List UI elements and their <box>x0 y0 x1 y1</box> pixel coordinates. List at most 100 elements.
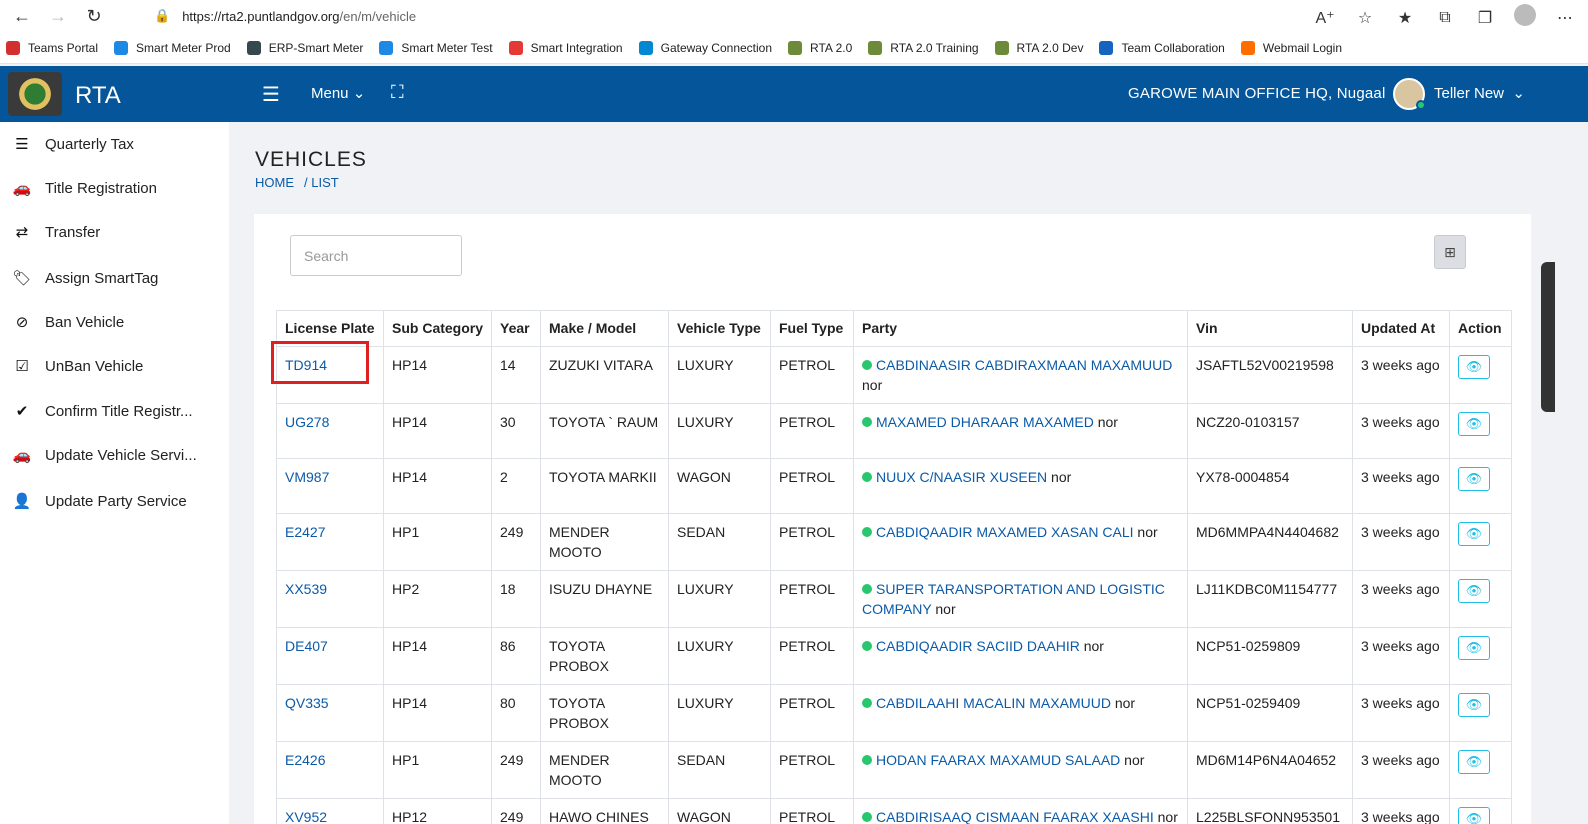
check-square-icon: ☑ <box>15 358 29 375</box>
table-cell: 3 weeks ago <box>1352 513 1450 571</box>
bookmark-item[interactable]: RTA 2.0 Training <box>868 40 979 55</box>
license-plate-link[interactable]: DE407 <box>285 638 328 654</box>
sidebar-item[interactable]: ☰ Quarterly Tax <box>0 122 229 166</box>
make-model-cell: HAWO CHINES <box>549 809 649 824</box>
forward-icon[interactable]: → <box>44 2 72 30</box>
bookmark-item[interactable]: RTA 2.0 <box>788 40 852 55</box>
bookmark-item[interactable]: Gateway Connection <box>638 40 772 55</box>
side-panel-tab[interactable] <box>1541 262 1555 412</box>
column-header[interactable]: Updated At <box>1352 310 1450 347</box>
table-cell: 👁 <box>1449 513 1512 571</box>
bookmark-item[interactable]: Smart Meter Test <box>379 40 493 55</box>
bookmark-label: Webmail Login <box>1262 40 1343 55</box>
bookmark-item[interactable]: Webmail Login <box>1240 40 1343 55</box>
add-favorite-icon[interactable]: ☆ <box>1354 8 1376 28</box>
license-plate-link[interactable]: TD914 <box>285 357 327 373</box>
party-link[interactable]: CABDIQAADIR SACIID DAAHIR <box>876 638 1080 654</box>
column-header[interactable]: Vin <box>1187 310 1353 347</box>
menu-button[interactable]: Menu ⌄ <box>311 84 365 102</box>
license-plate-link[interactable]: QV335 <box>285 695 329 711</box>
view-button[interactable]: 👁 <box>1458 636 1490 660</box>
bookmark-item[interactable]: Teams Portal <box>6 40 98 55</box>
extensions-icon[interactable]: ❐ <box>1474 8 1496 28</box>
column-header[interactable]: Party <box>853 310 1188 347</box>
sidebar-item[interactable]: ☑ UnBan Vehicle <box>0 344 229 388</box>
fuel-type-cell: PETROL <box>779 469 836 485</box>
url-host: https://rta2.puntlandgov.org <box>182 8 340 24</box>
column-header[interactable]: Year <box>491 310 541 347</box>
bookmark-item[interactable]: ERP-Smart Meter <box>246 40 363 55</box>
bookmark-item[interactable]: Team Collaboration <box>1099 40 1225 55</box>
search-input[interactable] <box>290 235 462 276</box>
back-icon[interactable]: ← <box>8 2 36 30</box>
user-menu[interactable]: Teller New ⌄ <box>1434 84 1525 102</box>
more-icon[interactable]: ⋯ <box>1554 8 1576 28</box>
fullscreen-icon[interactable]: ⛶ <box>391 82 404 103</box>
sidebar-item[interactable]: 🏷 Assign SmartTag <box>0 256 229 300</box>
view-button[interactable]: 👁 <box>1458 355 1490 379</box>
column-header[interactable]: Vehicle Type <box>668 310 771 347</box>
table-cell: PETROL <box>770 513 854 571</box>
bookmarks-bar: Teams Portal Smart Meter Prod ERP-Smart Me… <box>0 32 1588 64</box>
column-toggle-button[interactable]: ⊞ <box>1434 235 1466 269</box>
table-cell: CABDILAAHI MACALIN MAXAMUUD nor <box>853 684 1188 742</box>
favorites-icon[interactable]: ★ <box>1394 8 1416 28</box>
sidebar-item[interactable]: ✔ Confirm Title Registr... <box>0 389 229 433</box>
sidebar-item[interactable]: ⇄ Transfer <box>0 210 229 254</box>
license-plate-link[interactable]: XV952 <box>285 809 327 824</box>
browser-actions: A⁺ ☆ ★ ⧉ ❐ ⋯ <box>1314 4 1576 31</box>
fuel-type-cell: PETROL <box>779 357 836 373</box>
bookmark-item[interactable]: Smart Integration <box>508 40 623 55</box>
view-button[interactable]: 👁 <box>1458 412 1490 436</box>
sidebar-item[interactable]: 🚗 Title Registration <box>0 166 229 210</box>
column-header[interactable]: License Plate <box>276 310 384 347</box>
column-header[interactable]: Fuel Type <box>770 310 854 347</box>
party-link[interactable]: SUPER TARANSPORTATION AND LOGISTIC COMPA… <box>862 581 1165 617</box>
view-button[interactable]: 👁 <box>1458 807 1490 824</box>
collections-icon[interactable]: ⧉ <box>1434 9 1456 27</box>
license-plate-link[interactable]: XX539 <box>285 581 327 597</box>
address-bar[interactable]: 🔒 https://rta2.puntlandgov.org/en/m/vehi… <box>140 3 1340 29</box>
check-icon: ✔ <box>15 403 29 420</box>
table-cell: MENDER MOOTO <box>540 741 669 799</box>
profile-icon[interactable] <box>1514 4 1536 31</box>
view-button[interactable]: 👁 <box>1458 693 1490 717</box>
party-link[interactable]: MAXAMED DHARAAR MAXAMED <box>876 414 1094 430</box>
refresh-icon[interactable]: ↻ <box>80 2 108 30</box>
hamburger-icon[interactable]: ☰ <box>262 82 280 107</box>
bookmark-item[interactable]: Smart Meter Prod <box>114 40 231 55</box>
view-button[interactable]: 👁 <box>1458 467 1490 491</box>
read-aloud-icon[interactable]: A⁺ <box>1314 8 1336 28</box>
column-header[interactable]: Make / Model <box>540 310 669 347</box>
sidebar-item[interactable]: 👤 Update Party Service <box>0 479 229 523</box>
party-link[interactable]: CABDINAASIR CABDIRAXMAAN MAXAMUUD <box>876 357 1172 373</box>
column-header[interactable]: Action <box>1449 310 1512 347</box>
party-link[interactable]: HODAN FAARAX MAXAMUD SALAAD <box>876 752 1120 768</box>
table-cell: HAWO CHINES <box>540 798 669 824</box>
license-plate-link[interactable]: E2427 <box>285 524 325 540</box>
party-link[interactable]: CABDIQAADIR MAXAMED XASAN CALI <box>876 524 1134 540</box>
license-plate-link[interactable]: VM987 <box>285 469 329 485</box>
table-cell: LUXURY <box>668 570 771 628</box>
breadcrumb-home[interactable]: HOME <box>255 175 294 190</box>
license-plate-link[interactable]: E2426 <box>285 752 325 768</box>
license-plate-link[interactable]: UG278 <box>285 414 329 430</box>
party-link[interactable]: NUUX C/NAASIR XUSEEN <box>876 469 1047 485</box>
breadcrumb-current: / LIST <box>304 175 339 190</box>
vehicle-type-cell: LUXURY <box>677 414 734 430</box>
view-button[interactable]: 👁 <box>1458 750 1490 774</box>
vin-cell: NCP51-0259809 <box>1196 638 1301 654</box>
party-link[interactable]: CABDILAAHI MACALIN MAXAMUUD <box>876 695 1111 711</box>
sidebar-item[interactable]: 🚗 Update Vehicle Servi... <box>0 433 229 477</box>
table-cell: YX78-0004854 <box>1187 458 1353 514</box>
table-row: XV952 HP12 249 HAWO CHINES WAGON PETROL CABDIR… <box>276 798 1512 824</box>
view-button[interactable]: 👁 <box>1458 579 1490 603</box>
column-header[interactable]: Sub Category <box>383 310 492 347</box>
view-button[interactable]: 👁 <box>1458 522 1490 546</box>
bookmark-item[interactable]: RTA 2.0 Dev <box>994 40 1083 55</box>
sidebar-item[interactable]: ⊘ Ban Vehicle <box>0 300 229 344</box>
bookmark-label: Team Collaboration <box>1121 40 1225 55</box>
avatar[interactable] <box>1393 78 1426 110</box>
party-link[interactable]: CABDIRISAAQ CISMAAN FAARAX XAASHI <box>876 809 1154 824</box>
table-cell: PETROL <box>770 458 854 514</box>
